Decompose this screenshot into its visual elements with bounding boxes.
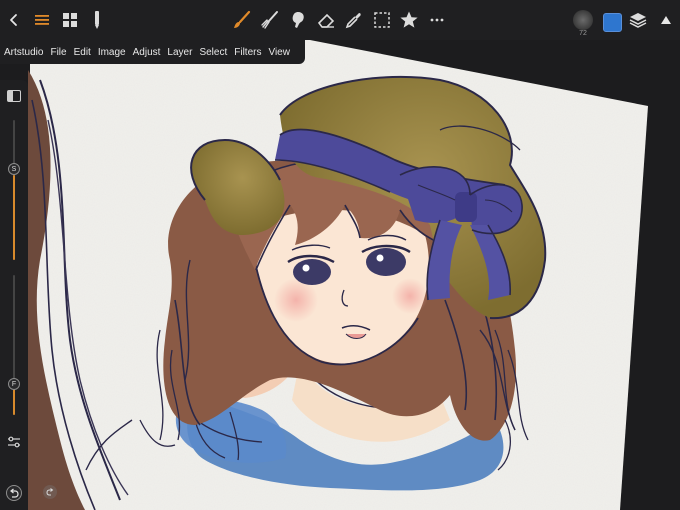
menu-artstudio[interactable]: Artstudio — [4, 47, 43, 58]
redo-icon[interactable] — [43, 485, 57, 499]
color-swatch[interactable] — [603, 13, 622, 32]
menu-select[interactable]: Select — [199, 47, 227, 58]
size-slider-knob[interactable]: S — [8, 163, 20, 175]
blender-icon[interactable] — [286, 8, 310, 32]
undo-icon[interactable] — [6, 485, 22, 501]
brush-icon[interactable] — [230, 8, 254, 32]
menu-bar: Artstudio File Edit Image Adjust Layer S… — [0, 40, 305, 64]
brush-size-icon[interactable] — [573, 10, 593, 30]
star-icon[interactable] — [397, 8, 421, 32]
selection-icon[interactable] — [370, 8, 394, 32]
menu-image[interactable]: Image — [98, 47, 126, 58]
eraser-icon[interactable] — [314, 8, 338, 32]
artwork-canvas[interactable] — [0, 40, 680, 510]
menu-edit[interactable]: Edit — [74, 47, 91, 58]
eyedropper-icon[interactable] — [342, 8, 366, 32]
flow-slider-knob[interactable]: F — [8, 378, 20, 390]
menu-adjust[interactable]: Adjust — [133, 47, 161, 58]
more-icon[interactable] — [425, 8, 449, 32]
menu-view[interactable]: View — [268, 47, 290, 58]
menu-layer[interactable]: Layer — [167, 47, 192, 58]
canvas-area[interactable] — [0, 40, 680, 510]
panel-toggle-icon[interactable] — [7, 90, 21, 102]
pencil-icon[interactable] — [85, 8, 109, 32]
left-sidebar: S F — [0, 80, 28, 510]
top-toolbar: 72 — [0, 0, 680, 40]
collapse-icon[interactable] — [654, 8, 678, 32]
size-slider-fill — [13, 175, 15, 260]
menu-filters[interactable]: Filters — [234, 47, 261, 58]
layers-icon[interactable] — [626, 8, 650, 32]
brush-size-label: 72 — [579, 30, 587, 37]
back-chevron-icon[interactable] — [2, 8, 26, 32]
gallery-grid-icon[interactable] — [58, 8, 82, 32]
menu-file[interactable]: File — [50, 47, 66, 58]
adjust-sliders-icon[interactable] — [7, 435, 21, 448]
smudge-icon[interactable] — [258, 8, 282, 32]
menu-icon[interactable] — [30, 8, 54, 32]
